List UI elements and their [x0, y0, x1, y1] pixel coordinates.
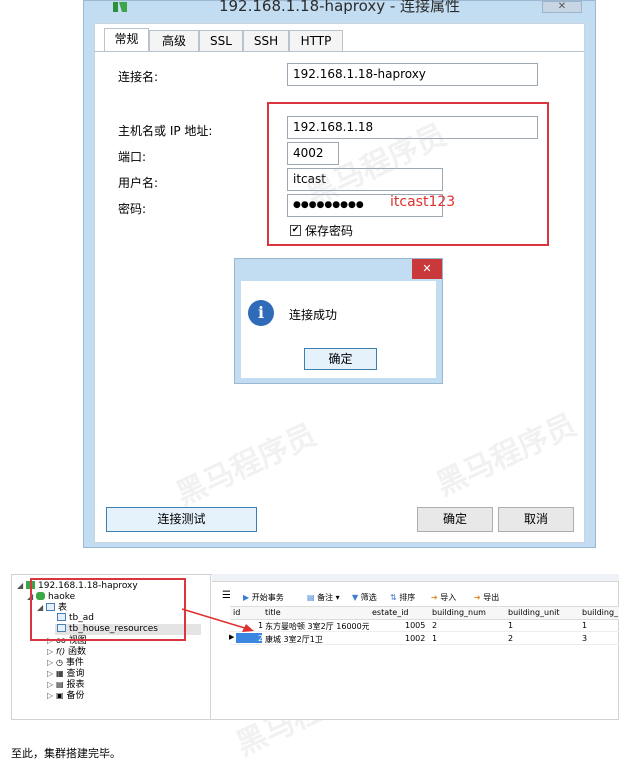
grid-menu-icon[interactable]: ☰ [222, 590, 231, 601]
filter-button[interactable]: ▼ 筛选 [352, 592, 377, 603]
import-icon: ➔ [431, 593, 438, 602]
save-password-checkbox[interactable]: ✔ [290, 225, 301, 236]
expand-icon: ◢ [17, 581, 24, 590]
cell-building-num[interactable]: 2 [432, 621, 437, 630]
cell-title[interactable]: 东方曼哈顿 3室2厅 16000元 [265, 621, 369, 632]
tab-divider [94, 51, 584, 52]
connection-name-label: 连接名: [118, 70, 159, 84]
memo-button[interactable]: ▤ 备注 ▾ [307, 592, 340, 603]
cell-building[interactable]: 1 [582, 621, 587, 630]
export-icon: ➔ [474, 593, 481, 602]
tab-ssl[interactable]: SSL [199, 30, 243, 52]
column-header-estate-id[interactable]: estate_id [372, 608, 409, 617]
cell-building-num[interactable]: 1 [432, 634, 437, 643]
export-button[interactable]: ➔ 导出 [474, 592, 499, 603]
connection-name-input[interactable]: 192.168.1.18-haproxy [287, 63, 538, 86]
cell-estate-id[interactable]: 1005 [405, 621, 425, 630]
query-icon: ▦ [56, 669, 64, 678]
cell-building-unit[interactable]: 2 [508, 634, 513, 643]
tab-ssh[interactable]: SSH [243, 30, 289, 52]
dialog-title: 192.168.1.18-haproxy - 连接属性 [218, 0, 461, 15]
event-icon: ◷ [56, 658, 64, 667]
grid-header [230, 606, 619, 620]
port-label: 端口: [118, 150, 147, 164]
cell-id[interactable]: 2 [258, 634, 263, 643]
tree-queries[interactable]: ▷ ▦ 查询 [47, 668, 84, 679]
column-header-building-unit[interactable]: building_unit [508, 608, 560, 617]
collapse-icon: ▷ [47, 647, 54, 656]
username-label: 用户名: [118, 176, 159, 190]
tree-reports[interactable]: ▷ ▤ 报表 [47, 679, 84, 690]
tab-strip [212, 574, 619, 582]
cell-estate-id[interactable]: 1002 [405, 634, 425, 643]
cell-building[interactable]: 3 [582, 634, 587, 643]
column-header-title[interactable]: title [265, 608, 281, 617]
message-text: 连接成功 [289, 308, 338, 322]
annotation-arrow-icon [181, 608, 254, 632]
tab-http[interactable]: HTTP [289, 30, 343, 52]
sort-button[interactable]: ⇅ 排序 [390, 592, 415, 603]
dialog-titlebar: 192.168.1.18-haproxy - 连接属性 ✕ [84, 0, 595, 19]
function-icon: f() [56, 647, 66, 656]
collapse-icon: ▷ [47, 669, 54, 678]
column-header-building-num[interactable]: building_num [432, 608, 486, 617]
tree-functions[interactable]: ▷ f() 函数 [47, 646, 86, 657]
report-icon: ▤ [56, 680, 64, 689]
tree-backups[interactable]: ▷ ▣ 备份 [47, 690, 84, 701]
collapse-icon: ▷ [47, 691, 54, 700]
cell-title[interactable]: 康城 3室2厅1卫 [265, 634, 323, 645]
info-icon: i [248, 300, 274, 326]
cancel-button[interactable]: 取消 [498, 507, 574, 532]
tab-advanced[interactable]: 高级 [149, 30, 199, 52]
password-label: 密码: [118, 202, 147, 216]
begin-transaction-button[interactable]: ▶ 开始事务 [243, 592, 284, 603]
checkmark-icon: ✔ [291, 225, 300, 235]
highlight-box-tree [30, 578, 186, 641]
backup-icon: ▣ [56, 691, 64, 700]
test-connection-button[interactable]: 连接测试 [106, 507, 257, 532]
sort-icon: ⇅ [390, 593, 397, 602]
collapse-icon: ▷ [47, 658, 54, 667]
message-ok-button[interactable]: 确定 [304, 348, 377, 370]
cell-building-unit[interactable]: 1 [508, 621, 513, 630]
password-annotation: itcast123 [390, 194, 456, 210]
caption-text: 至此，集群搭建完毕。 [11, 747, 121, 760]
collapse-icon: ▷ [47, 680, 54, 689]
column-header-building[interactable]: building_ [582, 608, 618, 617]
transaction-icon: ▶ [243, 593, 250, 602]
memo-icon: ▤ [307, 593, 315, 602]
tab-general[interactable]: 常规 [104, 28, 149, 52]
save-password-label: 保存密码 [305, 224, 354, 238]
host-label: 主机名或 IP 地址: [118, 124, 213, 138]
dialog-close-button[interactable]: ✕ [542, 1, 582, 13]
tree-events[interactable]: ▷ ◷ 事件 [47, 657, 84, 668]
ok-button[interactable]: 确定 [417, 507, 493, 532]
filter-icon: ▼ [352, 593, 359, 602]
import-button[interactable]: ➔ 导入 [431, 592, 456, 603]
message-close-button[interactable]: ✕ [412, 259, 442, 279]
